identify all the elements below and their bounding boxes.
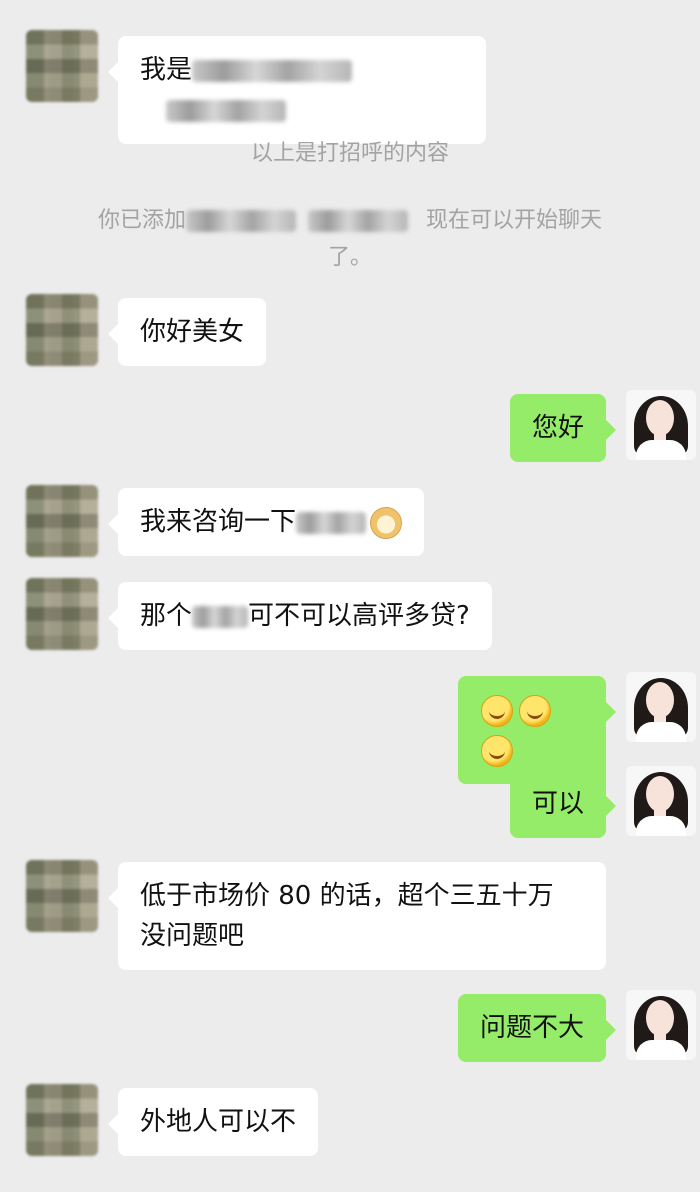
message-line: 低于市场价 80 的话，超个三五十万 [140,881,554,911]
redacted-text [166,99,286,122]
contact-avatar[interactable] [26,485,98,557]
message-text: 问题不大 [479,1013,584,1043]
contact-avatar[interactable] [26,30,98,102]
my-avatar[interactable] [626,390,696,460]
message-text: 可不可以高评多贷? [248,601,470,631]
notice-text: 现在可以开始聊天 [426,208,603,233]
redacted-text [296,511,367,534]
message-bubble[interactable]: 可以 [509,770,617,838]
avatar-shirt [636,816,686,836]
message-bubble[interactable] [458,676,616,784]
redacted-text [308,210,408,232]
laugh-emoji [519,694,551,727]
laugh-emoji [481,694,513,727]
avatar-face [646,776,674,812]
message-text: 我是 [140,55,193,85]
message-bubble[interactable]: 我是 [108,36,486,144]
avatar-shirt [636,440,686,460]
avatar-face [646,400,674,436]
message-bubble[interactable]: 低于市场价 80 的话，超个三五十万 没问题吧 [108,862,606,970]
redacted-text [192,605,249,628]
contact-avatar[interactable] [26,294,98,366]
message-text: 您好 [531,413,584,443]
message-line: 没问题吧 [140,921,245,951]
message-text: 我来咨询一下 [140,507,297,537]
laugh-emoji [481,734,513,767]
avatar-face [646,1000,674,1036]
greeting-notice: 以上是打招呼的内容 [250,141,449,166]
added-notice-end: 了。 [327,245,372,270]
contact-avatar[interactable] [26,860,98,932]
notice-text: 你已添加 [97,208,186,233]
message-bubble[interactable]: 外地人可以不 [107,1088,319,1156]
message-text: 外地人可以不 [140,1107,297,1137]
message-text: 那个 [140,601,193,631]
message-bubble[interactable]: 我来咨询一下 [107,488,425,556]
my-avatar[interactable] [626,990,696,1060]
my-avatar[interactable] [626,766,696,836]
redacted-text [192,59,353,82]
message-bubble[interactable]: 问题不大 [457,994,617,1062]
contact-avatar[interactable] [26,578,98,650]
message-bubble[interactable]: 那个 可不可以高评多贷? [108,582,492,650]
message-bubble[interactable]: 你好美女 [107,298,267,366]
message-text: 可以 [531,789,584,819]
avatar-shirt [636,722,686,742]
doge-emoji [370,506,403,539]
avatar-face [646,682,674,718]
message-bubble[interactable]: 您好 [509,394,617,462]
avatar-shirt [636,1040,686,1060]
my-avatar[interactable] [626,672,696,742]
added-notice: 你已添加 现在可以开始聊天 [0,203,700,239]
message-text: 你好美女 [140,317,245,347]
contact-avatar[interactable] [26,1084,98,1156]
redacted-text [186,210,296,232]
